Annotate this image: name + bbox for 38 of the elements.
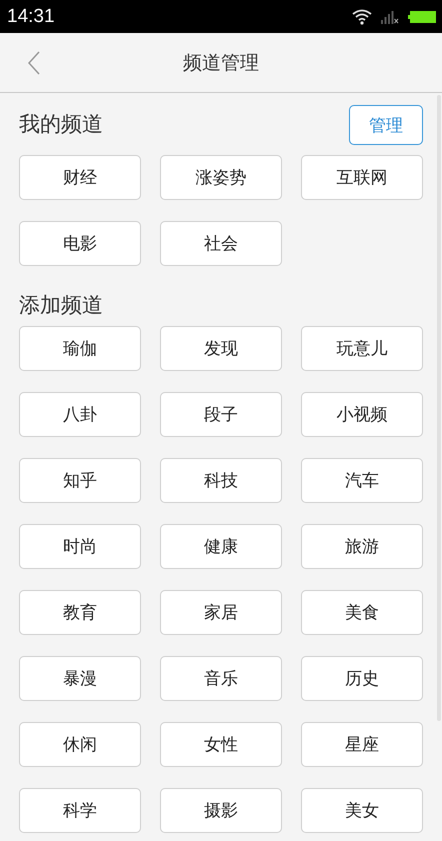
- channel-button[interactable]: 家居: [160, 590, 282, 635]
- channel-button[interactable]: 旅游: [301, 524, 423, 569]
- channel-button[interactable]: 摄影: [160, 788, 282, 833]
- channel-button[interactable]: 历史: [301, 656, 423, 701]
- channel-button[interactable]: 知乎: [19, 458, 141, 503]
- channel-button[interactable]: 音乐: [160, 656, 282, 701]
- section-title: 添加频道: [19, 292, 103, 318]
- channel-button[interactable]: 科技: [160, 458, 282, 503]
- channel-button[interactable]: 健康: [160, 524, 282, 569]
- channel-button[interactable]: 互联网: [301, 155, 423, 200]
- channel-button[interactable]: 发现: [160, 326, 282, 371]
- channel-button[interactable]: 星座: [301, 722, 423, 767]
- wifi-icon: [352, 8, 372, 24]
- page-title: 频道管理: [183, 50, 259, 76]
- status-time: 14:31: [7, 6, 55, 28]
- channel-button[interactable]: 财经: [19, 155, 141, 200]
- channel-button[interactable]: 美食: [301, 590, 423, 635]
- channel-button[interactable]: 电影: [19, 221, 141, 266]
- channel-button[interactable]: 社会: [160, 221, 282, 266]
- channel-button[interactable]: 时尚: [19, 524, 141, 569]
- signal-icon: [381, 10, 399, 24]
- channel-button[interactable]: 汽车: [301, 458, 423, 503]
- channel-button[interactable]: 女性: [160, 722, 282, 767]
- channel-button[interactable]: 八卦: [19, 392, 141, 437]
- section-title: 我的频道: [19, 111, 103, 138]
- channel-button[interactable]: 科学: [19, 788, 141, 833]
- manage-button[interactable]: 管理: [349, 105, 423, 145]
- channel-button[interactable]: 玩意儿: [301, 326, 423, 371]
- back-icon[interactable]: [28, 51, 40, 75]
- battery-icon: [408, 10, 436, 24]
- channel-button[interactable]: 涨姿势: [160, 155, 282, 200]
- channel-button[interactable]: 段子: [160, 392, 282, 437]
- channel-button[interactable]: 休闲: [19, 722, 141, 767]
- channel-button[interactable]: 瑜伽: [19, 326, 141, 371]
- channel-button[interactable]: 美女: [301, 788, 423, 833]
- channel-button[interactable]: 教育: [19, 590, 141, 635]
- channel-button[interactable]: 小视频: [301, 392, 423, 437]
- channel-button[interactable]: 暴漫: [19, 656, 141, 701]
